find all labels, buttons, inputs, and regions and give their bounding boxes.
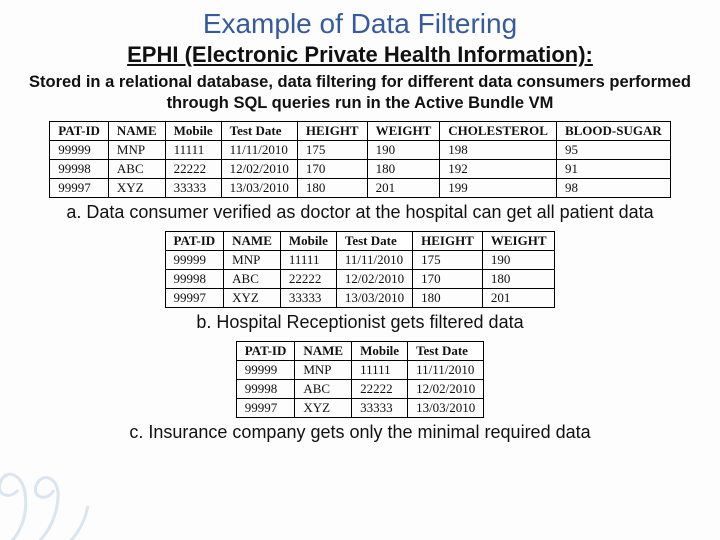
table-row: 99998ABC2222212/02/2010170180 <box>165 270 555 289</box>
table-header-cell: Mobile <box>280 232 336 251</box>
table-cell: 99998 <box>236 380 295 399</box>
table-cell: MNP <box>295 361 352 380</box>
table-cell: 99997 <box>236 399 295 418</box>
table-header-cell: Mobile <box>165 122 221 141</box>
table-cell: 11/11/2010 <box>221 141 297 160</box>
table-cell: 180 <box>413 289 483 308</box>
table-header-cell: NAME <box>108 122 165 141</box>
table-cell: 12/02/2010 <box>221 160 297 179</box>
table-cell: 99999 <box>236 361 295 380</box>
table-cell: 13/03/2010 <box>336 289 412 308</box>
caption-a: a. Data consumer verified as doctor at t… <box>14 202 706 223</box>
caption-c: c. Insurance company gets only the minim… <box>20 422 700 443</box>
table-cell: XYZ <box>295 399 352 418</box>
table-cell: 22222 <box>352 380 408 399</box>
table-row: 99997XYZ3333313/03/2010180201 <box>165 289 555 308</box>
table-cell: 99998 <box>50 160 109 179</box>
table-header-cell: Test Date <box>408 342 484 361</box>
table-cell: 175 <box>413 251 483 270</box>
table-row: 99999MNP1111111/11/2010175190 <box>165 251 555 270</box>
table-cell: 198 <box>440 141 557 160</box>
table-cell: 33333 <box>352 399 408 418</box>
slide-description: Stored in a relational database, data fi… <box>18 72 702 113</box>
table-cell: 99997 <box>50 179 109 198</box>
table-header-cell: NAME <box>295 342 352 361</box>
table-cell: MNP <box>108 141 165 160</box>
table-cell: 201 <box>367 179 440 198</box>
table-doctor-full: PAT-IDNAMEMobileTest DateHEIGHTWEIGHTCHO… <box>49 121 670 198</box>
table-receptionist-filtered: PAT-IDNAMEMobileTest DateHEIGHTWEIGHT999… <box>165 231 556 308</box>
table-cell: 190 <box>482 251 555 270</box>
table-cell: XYZ <box>224 289 281 308</box>
table-cell: 11/11/2010 <box>408 361 484 380</box>
table-cell: 95 <box>556 141 670 160</box>
table-cell: 99999 <box>165 251 224 270</box>
table-cell: 180 <box>297 179 367 198</box>
table-header-cell: PAT-ID <box>165 232 224 251</box>
decorative-flourish-icon <box>0 438 110 540</box>
table-cell: 99998 <box>165 270 224 289</box>
table-cell: ABC <box>224 270 281 289</box>
table-row: 99999MNP1111111/11/201017519019895 <box>50 141 670 160</box>
table-cell: 170 <box>297 160 367 179</box>
table-row: 99997XYZ3333313/03/201018020119998 <box>50 179 670 198</box>
table-header-cell: Test Date <box>221 122 297 141</box>
table-row: 99997XYZ3333313/03/2010 <box>236 399 484 418</box>
table-header-cell: WEIGHT <box>367 122 440 141</box>
table-cell: 190 <box>367 141 440 160</box>
slide-subtitle: EPHI (Electronic Private Health Informat… <box>0 42 720 68</box>
table-cell: ABC <box>108 160 165 179</box>
table-header-cell: CHOLESTEROL <box>440 122 557 141</box>
table-cell: 99997 <box>165 289 224 308</box>
table-cell: ABC <box>295 380 352 399</box>
table-cell: 201 <box>482 289 555 308</box>
table-row: 99999MNP1111111/11/2010 <box>236 361 484 380</box>
table-cell: 170 <box>413 270 483 289</box>
table-cell: 11111 <box>165 141 221 160</box>
table-cell: 22222 <box>280 270 336 289</box>
table-cell: 22222 <box>165 160 221 179</box>
table-row: 99998ABC2222212/02/201017018019291 <box>50 160 670 179</box>
table-cell: XYZ <box>108 179 165 198</box>
table-cell: 98 <box>556 179 670 198</box>
table-insurance-minimal: PAT-IDNAMEMobileTest Date99999MNP1111111… <box>236 341 485 418</box>
table-cell: 12/02/2010 <box>408 380 484 399</box>
table-header-cell: WEIGHT <box>482 232 555 251</box>
caption-b: b. Hospital Receptionist gets filtered d… <box>20 312 700 333</box>
table-cell: 11111 <box>280 251 336 270</box>
table-cell: 11/11/2010 <box>336 251 412 270</box>
table-cell: 192 <box>440 160 557 179</box>
table-cell: 13/03/2010 <box>408 399 484 418</box>
table-header-cell: HEIGHT <box>297 122 367 141</box>
table-cell: 99999 <box>50 141 109 160</box>
table-header-cell: PAT-ID <box>50 122 109 141</box>
table-header-cell: HEIGHT <box>413 232 483 251</box>
table-cell: MNP <box>224 251 281 270</box>
table-header-cell: PAT-ID <box>236 342 295 361</box>
table-cell: 13/03/2010 <box>221 179 297 198</box>
table-header-cell: Test Date <box>336 232 412 251</box>
table-row: 99998ABC2222212/02/2010 <box>236 380 484 399</box>
table-header-cell: BLOOD-SUGAR <box>556 122 670 141</box>
table-cell: 12/02/2010 <box>336 270 412 289</box>
table-header-cell: NAME <box>224 232 281 251</box>
table-header-cell: Mobile <box>352 342 408 361</box>
table-cell: 33333 <box>165 179 221 198</box>
table-cell: 11111 <box>352 361 408 380</box>
table-cell: 180 <box>367 160 440 179</box>
slide-title: Example of Data Filtering <box>0 8 720 40</box>
table-cell: 33333 <box>280 289 336 308</box>
table-cell: 180 <box>482 270 555 289</box>
table-cell: 199 <box>440 179 557 198</box>
table-cell: 175 <box>297 141 367 160</box>
table-cell: 91 <box>556 160 670 179</box>
